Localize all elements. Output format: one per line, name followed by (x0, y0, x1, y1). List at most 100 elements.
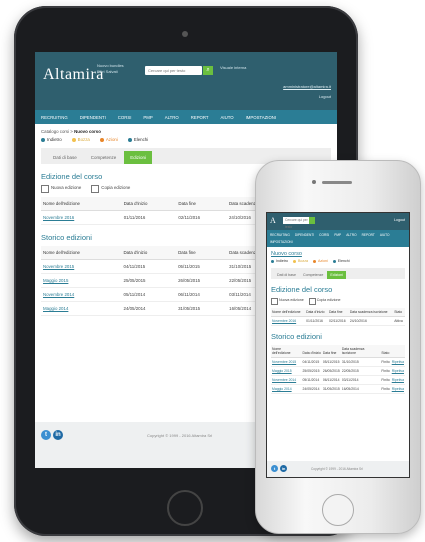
user-meta-line[interactable]: Filtri Salvati (97, 69, 124, 75)
table-cell: 31/10/2015 (340, 357, 381, 367)
status-indietro[interactable]: Indietro (271, 259, 288, 263)
column-header[interactable]: Nome dell'edizione (271, 345, 302, 358)
table-cell: 01/11/2016 (121, 210, 177, 225)
new-edition-button[interactable]: Nuova edizione (41, 185, 81, 193)
twitter-icon[interactable]: t (41, 430, 51, 440)
edition-link[interactable]: Maggio 2014 (41, 301, 122, 316)
status-elenchi[interactable]: Elenchi (332, 259, 350, 263)
edition-link[interactable]: Novembre 2016 (271, 316, 306, 326)
app-header: A Cercare qui per testo Logout (267, 213, 409, 230)
app-header: Altamira Nuovo bundles Filtri Salvati Ce… (35, 52, 337, 110)
phone-camera (312, 180, 316, 184)
search-button[interactable]: ⌕ (203, 66, 213, 75)
status-bozza[interactable]: Bozza (71, 137, 90, 142)
user-email-link[interactable]: amministratore@altamira.it (283, 84, 331, 89)
nav-item-pmp[interactable]: PMP (143, 115, 152, 120)
status-indietro[interactable]: Indietro (41, 137, 62, 142)
repeat-link[interactable]: Ripetiva (390, 366, 405, 376)
nav-item-impostazioni[interactable]: IMPOSTAZIONI (246, 115, 276, 120)
edition-link[interactable]: Novembre 2015 (41, 259, 122, 274)
twitter-icon[interactable]: t (271, 465, 278, 472)
tablet-home-button[interactable] (167, 490, 203, 526)
app-logo[interactable]: Altamira (43, 66, 104, 84)
app-logo[interactable]: A (270, 216, 276, 225)
tab-dati-di-base[interactable]: Dati di base (274, 271, 299, 279)
logout-link[interactable]: Logout (319, 94, 331, 99)
edition-link[interactable]: Novembre 2016 (41, 210, 122, 225)
column-header[interactable]: Data fine (321, 345, 341, 358)
tab-edizioni[interactable]: Edizioni (124, 151, 153, 164)
nav-item-corsi[interactable]: CORSI (319, 233, 329, 237)
search-input[interactable]: Cercare qui per testo (145, 66, 202, 75)
new-edition-button[interactable]: Nuova edizione (271, 298, 304, 305)
nav-item-altro[interactable]: ALTRO (346, 233, 356, 237)
status-azioni[interactable]: Azioni (313, 259, 328, 263)
nav-item-recruiting[interactable]: RECRUITING (41, 115, 68, 120)
table-cell: 06/11/2014 (321, 375, 341, 385)
edition-link[interactable]: Maggio 2015 (271, 366, 302, 376)
column-header[interactable]: Nome dell'edizione (41, 246, 122, 260)
visual-toggle[interactable]: Visuale interna (220, 65, 246, 70)
table-cell: 26/05/2015 (321, 366, 341, 376)
nav-item-altro[interactable]: ALTRO (165, 115, 179, 120)
status-azioni[interactable]: Azioni (99, 137, 118, 142)
nav-item-recruiting[interactable]: RECRUITING (270, 233, 290, 237)
nav-item-aiuto[interactable]: AIUTO (380, 233, 390, 237)
logout-link[interactable]: Logout (394, 218, 405, 222)
column-header[interactable]: Data d'inizio (301, 345, 322, 358)
circle-icon (313, 259, 316, 263)
nav-item-dipendenti[interactable]: DIPENDENTI (80, 115, 106, 120)
table-cell: 25/05/2015 (301, 366, 322, 376)
column-header[interactable]: Data fine (176, 197, 227, 211)
edition-link[interactable]: Maggio 2014 (271, 384, 302, 394)
edition-link[interactable]: Novembre 2015 (271, 357, 302, 367)
phone-device: A Cercare qui per testo Logout RECRUITIN… (255, 160, 421, 534)
nav-item-pmp[interactable]: PMP (334, 233, 341, 237)
tab-competenze[interactable]: Competenze (300, 271, 326, 279)
tab-competenze[interactable]: Competenze (85, 151, 123, 164)
social-links: t in (271, 465, 287, 472)
phone-home-button[interactable] (322, 494, 354, 526)
edition-link[interactable]: Novembre 2014 (271, 375, 302, 385)
repeat-link[interactable]: Ripetiva (390, 384, 405, 394)
column-header[interactable]: Stato (380, 345, 391, 358)
edition-link[interactable]: Novembre 2014 (41, 287, 122, 302)
linkedin-icon[interactable]: in (280, 465, 287, 472)
column-header[interactable]: Data fine (176, 246, 228, 260)
table-cell: 24/10/2016 (348, 316, 394, 326)
repeat-link[interactable]: Ripetiva (390, 357, 405, 367)
nav-item-corsi[interactable]: CORSI (118, 115, 132, 120)
nav-item-report[interactable]: REPORT (191, 115, 209, 120)
copy-edition-button[interactable]: Copia edizione (91, 185, 130, 193)
table-cell: 25/05/2015 (121, 273, 177, 288)
status-bozza[interactable]: Bozza (293, 259, 308, 263)
column-header[interactable]: Stato (393, 308, 405, 317)
linkedin-icon[interactable]: in (53, 430, 63, 440)
column-header[interactable]: Data fine (327, 308, 349, 317)
status-elenchi[interactable]: Elenchi (127, 137, 148, 142)
table-cell: 02/11/2016 (327, 316, 349, 326)
column-header[interactable]: Data d'inizio (305, 308, 328, 317)
nav-item-report[interactable]: REPORT (362, 233, 375, 237)
copy-edition-button[interactable]: Copia edizione (308, 298, 341, 305)
column-header[interactable]: Data d'inizio (121, 246, 177, 260)
tab-edizioni[interactable]: Edizioni (327, 271, 346, 279)
edition-link[interactable]: Maggio 2015 (41, 273, 122, 288)
nav-item-impostazioni[interactable]: IMPOSTAZIONI (270, 240, 293, 244)
repeat-link[interactable]: Ripetiva (390, 375, 405, 385)
column-header[interactable]: Data scadenza iscrizione (340, 345, 381, 358)
column-header[interactable]: Nome dell'edizione (41, 197, 122, 211)
circle-icon (99, 137, 104, 142)
breadcrumb-link[interactable]: Catalogo corsi > (41, 129, 73, 134)
phone-screen: A Cercare qui per testo Logout RECRUITIN… (266, 212, 410, 478)
new-edition-icon (41, 185, 49, 193)
search-button[interactable] (309, 217, 315, 224)
search-input[interactable]: Cercare qui per testo (283, 217, 309, 229)
nav-item-aiuto[interactable]: AIUTO (221, 115, 234, 120)
column-header[interactable]: Data scadenza iscrizione (348, 308, 394, 317)
nav-item-dipendenti[interactable]: DIPENDENTI (295, 233, 314, 237)
table-cell: 02/11/2016 (176, 210, 227, 225)
tab-dati-di-base[interactable]: Dati di base (47, 151, 83, 164)
column-header[interactable]: Nome dell'edizione (271, 308, 306, 317)
column-header[interactable]: Data d'inizio (121, 197, 177, 211)
